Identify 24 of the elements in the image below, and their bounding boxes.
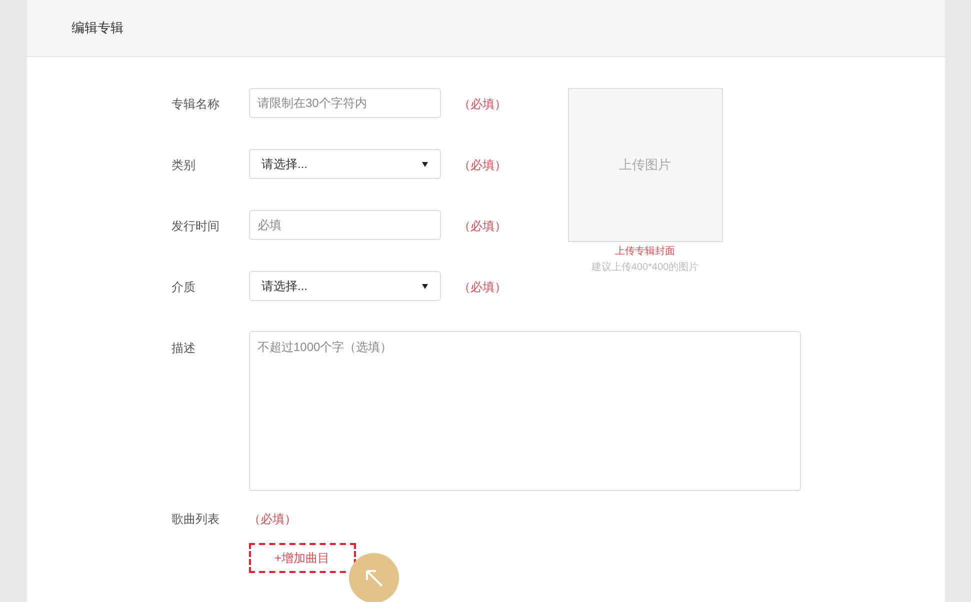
field-label: 专辑名称: [172, 96, 220, 113]
required-note: （必填）: [458, 279, 506, 296]
add-track-button[interactable]: +增加曲目: [248, 543, 356, 573]
field-label: 发行时间: [172, 218, 220, 235]
text-field[interactable]: 请限制在30个字符内: [248, 88, 440, 118]
back-to-top-button[interactable]: [348, 553, 398, 602]
required-note: （必填）: [248, 511, 296, 528]
text-field[interactable]: 必填: [248, 210, 440, 240]
field-label: 描述: [172, 340, 196, 357]
select-field[interactable]: 请选择...: [248, 271, 440, 301]
caret-icon: [422, 162, 428, 166]
required-note: （必填）: [458, 96, 506, 113]
field-label: 歌曲列表: [172, 511, 220, 528]
page-title: 编辑专辑: [72, 19, 124, 38]
upload-hint: 建议上传400*400的图片: [591, 260, 699, 275]
required-note: （必填）: [458, 157, 506, 174]
required-note: （必填）: [458, 218, 506, 235]
field-label: 类别: [172, 157, 196, 174]
select-field[interactable]: 请选择...: [248, 149, 440, 179]
description-field[interactable]: 不超过1000个字（选填）: [248, 331, 800, 491]
upload-caption: 上传专辑封面: [615, 244, 675, 259]
caret-icon: [422, 284, 428, 288]
field-label: 介质: [172, 279, 196, 296]
arrow-icon: [364, 568, 384, 588]
